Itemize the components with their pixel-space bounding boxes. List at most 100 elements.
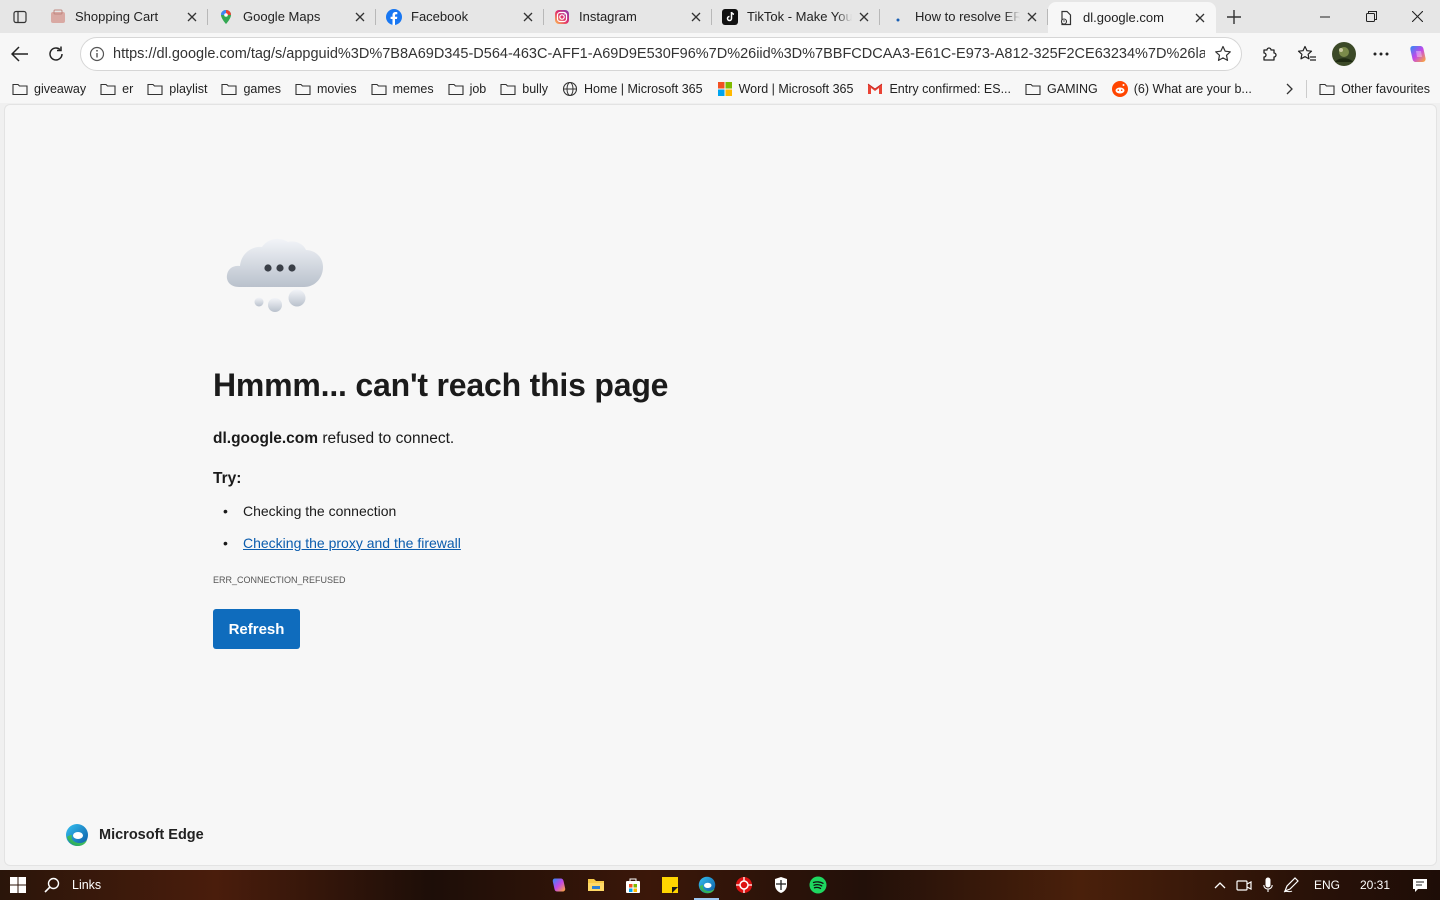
bookmark-reddit[interactable]: (6) What are your b... bbox=[1108, 77, 1256, 101]
tab-title: Shopping Cart bbox=[75, 9, 159, 24]
clock[interactable]: 20:31 bbox=[1350, 878, 1400, 892]
notification-icon bbox=[1413, 879, 1427, 892]
store-icon bbox=[625, 878, 640, 893]
bookmark-label: bully bbox=[522, 82, 548, 96]
close-icon[interactable] bbox=[352, 9, 368, 25]
spotify-icon bbox=[809, 876, 826, 894]
pen-workspace-button[interactable] bbox=[1280, 870, 1304, 900]
spotify-app[interactable] bbox=[799, 870, 836, 900]
tab-tiktok[interactable]: TikTok - Make Your Day bbox=[712, 0, 880, 33]
edge-logo-icon bbox=[698, 876, 715, 894]
security-app[interactable] bbox=[762, 870, 799, 900]
bookmark-folder-giveaway[interactable]: giveaway bbox=[8, 77, 90, 101]
search-icon bbox=[44, 877, 60, 893]
error-code: ERR_CONNECTION_REFUSED bbox=[213, 575, 346, 585]
tab-title: Google Maps bbox=[243, 9, 321, 24]
new-tab-button[interactable] bbox=[1217, 0, 1251, 33]
tab-instagram[interactable]: Instagram bbox=[544, 0, 712, 33]
reddit-icon bbox=[1111, 81, 1128, 97]
sticky-notes-app[interactable] bbox=[651, 870, 688, 900]
red-circle-app[interactable] bbox=[725, 870, 762, 900]
refresh-page-button[interactable] bbox=[38, 36, 74, 72]
microphone-button[interactable] bbox=[1256, 870, 1280, 900]
bookmark-folder-memes[interactable]: memes bbox=[367, 77, 438, 101]
avatar bbox=[1331, 42, 1356, 66]
extensions-button[interactable] bbox=[1251, 36, 1288, 72]
close-icon[interactable] bbox=[1024, 9, 1040, 25]
close-icon bbox=[1411, 11, 1423, 22]
bookmark-folder-movies[interactable]: movies bbox=[291, 77, 361, 101]
brand-name: Microsoft Edge bbox=[99, 827, 204, 843]
bookmark-folder-job[interactable]: job bbox=[444, 77, 491, 101]
close-icon[interactable] bbox=[1192, 10, 1208, 26]
file-explorer-app[interactable] bbox=[577, 870, 614, 900]
divider bbox=[1306, 80, 1308, 98]
try-label: Try: bbox=[213, 470, 242, 487]
close-window-button[interactable] bbox=[1394, 0, 1440, 33]
taskbar-search-label: Links bbox=[72, 878, 102, 892]
meet-now-button[interactable] bbox=[1232, 870, 1256, 900]
camera-icon bbox=[1236, 880, 1252, 891]
system-tray: ENG 20:31 bbox=[1208, 870, 1440, 900]
suggestion-proxy-firewall-link[interactable]: Checking the proxy and the firewall bbox=[243, 535, 461, 551]
back-button[interactable] bbox=[2, 36, 38, 72]
profile-button[interactable] bbox=[1325, 36, 1362, 72]
tab-facebook[interactable]: Facebook bbox=[376, 0, 544, 33]
add-favourite-button[interactable] bbox=[1205, 45, 1241, 63]
tab-actions-menu-button[interactable] bbox=[0, 0, 40, 33]
favourites-button[interactable] bbox=[1288, 36, 1325, 72]
settings-more-button[interactable] bbox=[1362, 36, 1399, 72]
restore-button[interactable] bbox=[1348, 0, 1394, 33]
bookmark-folder-games[interactable]: games bbox=[217, 77, 285, 101]
refresh-button[interactable]: Refresh bbox=[213, 609, 300, 649]
copilot-icon bbox=[1409, 46, 1426, 62]
refresh-icon bbox=[49, 46, 63, 61]
bookmark-entry-confirmed[interactable]: Entry confirmed: ES... bbox=[863, 77, 1015, 101]
copilot-taskbar-app[interactable] bbox=[540, 870, 577, 900]
taskbar-search[interactable]: Links bbox=[36, 870, 101, 900]
sticky-notes-icon bbox=[661, 877, 678, 893]
tab-strip: Shopping Cart Google Maps Facebook Insta… bbox=[0, 0, 1440, 33]
language-indicator[interactable]: ENG bbox=[1304, 878, 1350, 892]
close-icon[interactable] bbox=[856, 9, 872, 25]
address-url[interactable]: https://dl.google.com/tag/s/appguid%3D%7… bbox=[113, 46, 1205, 62]
bookmark-label: games bbox=[243, 82, 281, 96]
favourites-bar: giveaway er playlist games movies memes … bbox=[0, 75, 1440, 103]
notifications-button[interactable] bbox=[1400, 870, 1440, 900]
edge-taskbar-app[interactable] bbox=[688, 870, 725, 900]
bookmark-folder-bully[interactable]: bully bbox=[496, 77, 552, 101]
bookmark-folder-gaming[interactable]: GAMING bbox=[1021, 77, 1102, 101]
close-icon[interactable] bbox=[688, 9, 704, 25]
microsoft-store-app[interactable] bbox=[614, 870, 651, 900]
bookmark-word-microsoft-365[interactable]: Word | Microsoft 365 bbox=[713, 77, 858, 101]
address-bar[interactable]: https://dl.google.com/tag/s/appguid%3D%7… bbox=[80, 37, 1242, 71]
puzzle-icon bbox=[1262, 47, 1277, 61]
error-message: dl.google.com refused to connect. bbox=[213, 430, 454, 448]
other-favourites-folder[interactable]: Other favourites bbox=[1315, 77, 1434, 101]
tab-how-to-resolve[interactable]: How to resolve ERR_CONNECTION_REFUSED bbox=[880, 0, 1048, 33]
tab-google-maps[interactable]: Google Maps bbox=[208, 0, 376, 33]
show-hidden-icons-button[interactable] bbox=[1208, 870, 1232, 900]
facebook-icon bbox=[386, 8, 402, 25]
folder-icon bbox=[587, 879, 604, 891]
start-button[interactable] bbox=[0, 870, 36, 900]
site-info-icon[interactable] bbox=[89, 46, 105, 62]
red-app-icon bbox=[735, 877, 752, 893]
folder-icon bbox=[221, 81, 238, 97]
minimize-button[interactable] bbox=[1302, 0, 1348, 33]
copilot-button[interactable] bbox=[1399, 36, 1436, 72]
thinking-cloud-icon bbox=[225, 235, 331, 322]
bookmark-folder-playlist[interactable]: playlist bbox=[143, 77, 211, 101]
close-icon[interactable] bbox=[520, 9, 536, 25]
maps-pin-icon bbox=[218, 9, 234, 25]
tab-dl-google[interactable]: dl.google.com bbox=[1048, 2, 1216, 33]
folder-icon bbox=[500, 81, 516, 97]
close-icon[interactable] bbox=[184, 9, 200, 25]
bookmark-home-microsoft-365[interactable]: Home | Microsoft 365 bbox=[558, 77, 707, 101]
tab-shopping-cart[interactable]: Shopping Cart bbox=[40, 0, 208, 33]
more-favourites-button[interactable] bbox=[1282, 83, 1299, 95]
bookmark-label: memes bbox=[392, 82, 434, 96]
bookmark-label: GAMING bbox=[1047, 82, 1098, 96]
loading-dot-icon bbox=[890, 9, 906, 25]
bookmark-folder-er[interactable]: er bbox=[96, 77, 137, 101]
